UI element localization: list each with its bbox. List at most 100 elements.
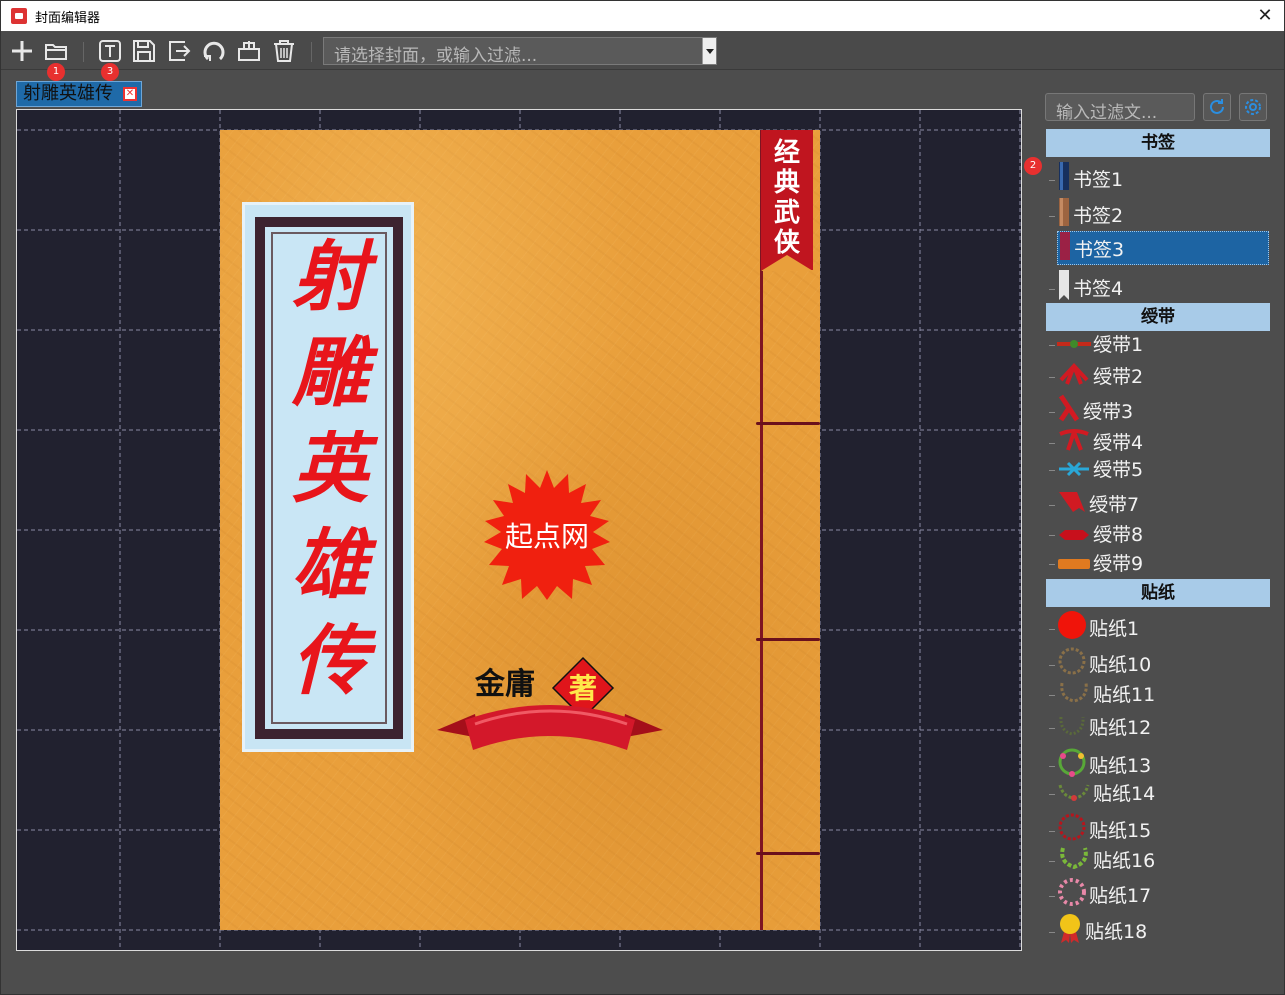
ribbon-icon: [1057, 488, 1087, 523]
tree-connector: [1049, 216, 1055, 217]
tree-connector: [1049, 345, 1055, 346]
ribbon-icon: [1057, 456, 1091, 486]
tree-connector: [1049, 766, 1055, 767]
toolbar-separator: [83, 42, 84, 62]
badge-3: 3: [101, 63, 119, 81]
asset-refresh-button[interactable]: [1203, 93, 1231, 121]
wreath-icon: [1057, 711, 1087, 746]
list-item[interactable]: 贴纸17: [1049, 877, 1151, 907]
wreath-icon: [1057, 877, 1087, 916]
list-item[interactable]: 绶带3: [1049, 394, 1133, 424]
ribbon-char: 侠: [773, 228, 800, 258]
asset-panel: 输入过滤文... 书签 书签1 书签2 书签3 书签4 绶带 绶带1 绶带2 绶…: [1041, 89, 1277, 949]
list-item[interactable]: 绶带8: [1049, 520, 1143, 550]
editor-canvas[interactable]: 射 雕 英 雄 传 经 典 武 侠 起点网 金庸 著: [16, 109, 1022, 951]
title-label-panel[interactable]: 射 雕 英 雄 传: [242, 202, 414, 752]
list-item[interactable]: 贴纸11: [1049, 678, 1155, 708]
title-char: 雕: [292, 328, 368, 417]
item-label: 贴纸16: [1093, 850, 1156, 872]
wreath-icon: [1057, 779, 1091, 810]
ribbon-icon: [1057, 360, 1091, 395]
ribbon-icon: [1057, 521, 1091, 551]
item-label: 贴纸17: [1089, 885, 1152, 907]
list-item[interactable]: 贴纸13: [1049, 747, 1151, 777]
toolbar-separator: [311, 42, 312, 62]
tree-connector: [1049, 665, 1055, 666]
floppy-icon: [133, 40, 155, 62]
trash-icon: [274, 40, 294, 62]
gear-icon: [1245, 99, 1261, 115]
list-item[interactable]: 书签2: [1049, 198, 1123, 228]
export-icon: [169, 41, 191, 61]
tree-connector: [1049, 470, 1055, 471]
list-item[interactable]: 贴纸14: [1049, 779, 1155, 809]
list-item[interactable]: 贴纸18: [1049, 912, 1147, 943]
tree-connector: [1049, 535, 1055, 536]
item-label: 绶带2: [1093, 366, 1144, 388]
item-label: 书签2: [1073, 205, 1124, 227]
list-item[interactable]: 贴纸1: [1049, 610, 1139, 640]
group-header-ribbons[interactable]: 绶带: [1046, 303, 1270, 331]
genre-ribbon[interactable]: 经 典 武 侠: [761, 130, 813, 271]
delete-button[interactable]: [269, 36, 299, 66]
tree-connector: [1049, 932, 1055, 933]
item-label: 绶带4: [1093, 432, 1144, 454]
stamp-text: 起点网: [505, 520, 589, 553]
item-label: 绶带7: [1089, 494, 1140, 516]
item-label: 书签1: [1073, 169, 1124, 191]
list-item-selected[interactable]: 书签3: [1057, 231, 1269, 265]
reset-button[interactable]: [199, 36, 229, 66]
text-button[interactable]: [95, 36, 125, 66]
list-item[interactable]: 绶带5: [1049, 455, 1143, 485]
wreath-icon: [1057, 678, 1091, 713]
item-label: 贴纸11: [1093, 684, 1156, 706]
list-item[interactable]: 绶带4: [1049, 426, 1143, 456]
tab-cover-doc[interactable]: 射雕英雄传 ✕: [16, 81, 142, 107]
bookmark-icon: [1058, 232, 1072, 269]
list-item[interactable]: 贴纸16: [1049, 844, 1155, 874]
cover-select-combobox[interactable]: 请选择封面，或输入过滤...: [323, 37, 717, 66]
list-item[interactable]: 绶带1: [1049, 330, 1143, 360]
list-item[interactable]: 绶带9: [1049, 549, 1143, 579]
tab-close-icon[interactable]: ✕: [123, 87, 137, 101]
group-header-bookmarks[interactable]: 书签: [1046, 129, 1270, 157]
medal-icon: [1057, 912, 1083, 953]
starburst-stamp[interactable]: 起点网: [482, 470, 612, 600]
new-button[interactable]: [7, 36, 37, 66]
tree-connector: [1049, 377, 1055, 378]
asset-filter-input[interactable]: 输入过滤文...: [1045, 93, 1195, 123]
list-item[interactable]: 贴纸10: [1049, 646, 1151, 676]
save-button[interactable]: [129, 36, 159, 66]
basket-icon: [238, 41, 260, 61]
item-label: 绶带9: [1093, 553, 1144, 575]
asset-settings-button[interactable]: [1239, 93, 1267, 121]
author-banner[interactable]: 金庸 著: [435, 650, 665, 770]
list-item[interactable]: 绶带7: [1049, 488, 1139, 518]
tree-connector: [1049, 728, 1055, 729]
tree-connector: [1049, 794, 1055, 795]
title-char: 英: [292, 424, 368, 513]
list-item[interactable]: 贴纸15: [1049, 812, 1151, 842]
folder-open-icon: [45, 44, 67, 60]
text-box-icon: [99, 40, 121, 62]
list-item[interactable]: 书签1: [1049, 162, 1123, 192]
binding-stitch: [756, 422, 820, 425]
list-item[interactable]: 书签4: [1049, 270, 1123, 300]
window-close-button[interactable]: ✕: [1252, 3, 1278, 29]
list-item[interactable]: 贴纸12: [1049, 711, 1151, 741]
item-label: 贴纸13: [1089, 755, 1152, 777]
list-item[interactable]: 绶带2: [1049, 360, 1143, 390]
tree-connector: [1049, 412, 1055, 413]
bookmark-icon: [1057, 162, 1071, 199]
plus-icon: [12, 41, 32, 61]
basket-button[interactable]: [234, 36, 264, 66]
tree-connector: [1049, 695, 1055, 696]
item-label: 贴纸1: [1089, 618, 1140, 640]
chevron-down-icon[interactable]: [702, 38, 716, 64]
item-label: 贴纸12: [1089, 717, 1152, 739]
export-button[interactable]: [164, 36, 194, 66]
book-cover[interactable]: 射 雕 英 雄 传 经 典 武 侠 起点网 金庸 著: [220, 130, 820, 930]
badge-2: 2: [1024, 157, 1042, 175]
open-button[interactable]: [41, 36, 71, 66]
group-header-stickers[interactable]: 贴纸: [1046, 579, 1270, 607]
